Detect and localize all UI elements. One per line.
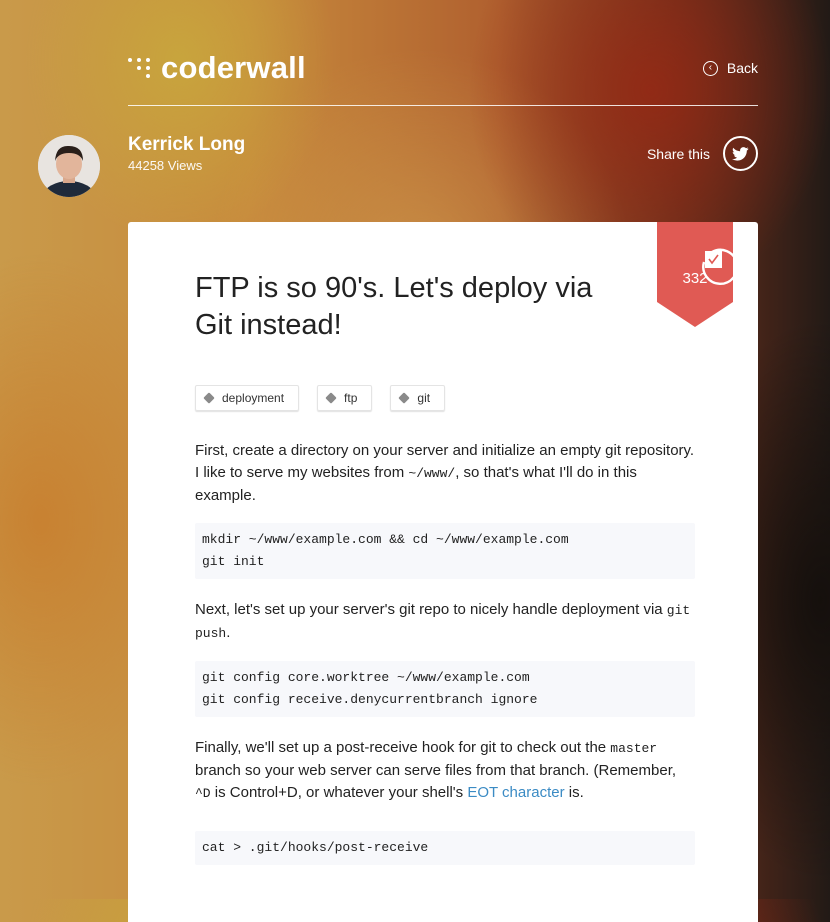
back-button[interactable]: ‹ Back — [702, 60, 758, 76]
code-block-2: git config core.worktree ~/www/example.c… — [195, 661, 695, 717]
tag-ftp[interactable]: ftp — [317, 385, 373, 411]
paragraph-3: Finally, we'll set up a post-receive hoo… — [195, 737, 695, 805]
author-info: Kerrick Long 44258 Views — [128, 134, 245, 173]
back-label: Back — [726, 60, 758, 76]
share-label: Share this — [646, 145, 710, 162]
tag-icon — [325, 392, 337, 404]
protip-card: 332 FTP is so 90's. Let's deploy via Git… — [128, 222, 758, 922]
inline-code: ^D — [195, 786, 211, 801]
logo-text: coderwall — [161, 50, 306, 85]
avatar[interactable] — [38, 135, 100, 197]
paragraph-text: Next, let's set up your server's git rep… — [195, 601, 667, 618]
view-count: 44258 Views — [128, 158, 203, 173]
twitter-icon — [732, 146, 749, 161]
paragraph-text: is. — [568, 784, 584, 801]
code-block-3: cat > .git/hooks/post-receive — [195, 831, 695, 865]
author-name[interactable]: Kerrick Long — [128, 134, 245, 156]
code-block-1: mkdir ~/www/example.com && cd ~/www/exam… — [195, 523, 695, 579]
code-line: git config receive.denycurrentbranch ign… — [202, 692, 538, 707]
tag-icon — [203, 392, 215, 404]
paragraph-text: is Control+D, or whatever your shell's — [210, 784, 468, 801]
paragraph-text: . — [226, 624, 231, 641]
tag-git[interactable]: git — [390, 385, 446, 411]
paragraph-text: branch so your web server can serve file… — [195, 762, 677, 779]
tag-deployment[interactable]: deployment — [195, 385, 300, 411]
code-line: git config core.worktree ~/www/example.c… — [202, 670, 530, 685]
paragraph-1: First, create a directory on your server… — [195, 440, 695, 507]
code-line: mkdir ~/www/example.com && cd ~/www/exam… — [202, 532, 569, 547]
logo-dots-icon — [128, 58, 151, 78]
eot-character-link[interactable]: EOT character — [467, 784, 564, 801]
protip-title: FTP is so 90's. Let's deploy via Git ins… — [195, 272, 593, 341]
inline-code: master — [610, 741, 658, 756]
tag-label: deployment — [222, 391, 285, 405]
tag-label: git — [417, 391, 431, 405]
paragraph-2: Next, let's set up your server's git rep… — [195, 599, 695, 645]
coderwall-logo[interactable]: coderwall — [128, 50, 306, 86]
tag-list: deployment ftp git — [195, 385, 463, 411]
twitter-share-button[interactable] — [723, 136, 758, 171]
code-line: cat > .git/hooks/post-receive — [202, 840, 429, 855]
code-line: git init — [202, 554, 265, 569]
inline-code: ~/www/ — [408, 466, 456, 481]
share-section: Share this — [647, 136, 758, 171]
avatar-image — [38, 135, 100, 197]
site-header: coderwall ‹ Back — [128, 0, 758, 106]
back-arrow-icon: ‹ — [702, 60, 718, 76]
tag-icon — [398, 392, 411, 404]
upvote-badge[interactable]: 332 — [657, 222, 739, 327]
tag-label: ftp — [344, 391, 358, 405]
paragraph-text: Finally, we'll set up a post-receive hoo… — [195, 739, 611, 756]
protip-body: First, create a directory on your server… — [195, 440, 695, 885]
upvote-count: 332 — [682, 270, 708, 287]
